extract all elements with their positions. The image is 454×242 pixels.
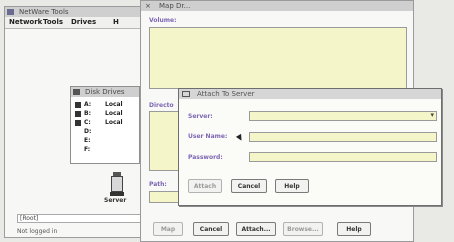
root-field: [Root] [17,214,143,223]
disk-drives-window: Disk Drives A: Local B: Local C: Local D… [70,86,140,164]
username-label: User Name: [188,133,228,140]
volume-label: Volume: [149,17,177,24]
list-item[interactable]: C: Local [75,119,137,128]
list-item[interactable]: F: [75,146,137,155]
menu-drives[interactable]: Drives [71,17,96,28]
attach-confirm-button[interactable]: Attach [188,179,222,193]
directory-label: Directo [149,102,174,109]
map-drive-title: Map Dr... [159,2,191,10]
drive-icon [75,120,81,126]
cancel-button[interactable]: Cancel [193,222,229,236]
server-select[interactable]: ▾ [249,111,437,121]
window-menu-icon[interactable] [73,89,80,95]
attach-to-server-dialog: Attach To Server Server: ▾ User Name: Pa… [178,88,442,206]
menu-help[interactable]: H [113,17,119,28]
list-item[interactable]: D: [75,128,137,137]
drive-list: A: Local B: Local C: Local D: E: F: [75,101,137,155]
attach-cancel-button[interactable]: Cancel [231,179,267,193]
status-bar: Not logged in [17,228,58,235]
list-item[interactable]: B: Local [75,110,137,119]
browse-button[interactable]: Browse... [283,222,323,236]
server-icon[interactable] [110,172,124,196]
attach-titlebar: Attach To Server [179,89,441,99]
chevron-down-icon[interactable]: ▾ [430,111,434,119]
volume-field[interactable] [149,27,407,89]
password-label: Password: [188,154,223,161]
map-drive-titlebar: × Map Dr... [141,1,413,11]
attach-help-button[interactable]: Help [275,179,309,193]
attach-title: Attach To Server [197,90,255,98]
menu-network[interactable]: Network [9,17,42,28]
window-menu-icon[interactable] [182,91,190,97]
menu-tools[interactable]: Tools [43,17,63,28]
netware-tools-titlebar: NetWare Tools [5,7,153,17]
help-button[interactable]: Help [337,222,371,236]
drive-icon [75,111,81,117]
netware-tools-title: NetWare Tools [19,8,69,16]
server-icon-label: Server [104,197,127,204]
mouse-cursor-icon [235,133,245,143]
disk-drives-titlebar: Disk Drives [71,87,139,97]
disk-drives-title: Disk Drives [85,88,125,96]
password-field[interactable] [249,152,437,162]
close-icon[interactable]: × [145,1,151,11]
drive-icon [75,102,81,108]
list-item[interactable]: A: Local [75,101,137,110]
attach-button[interactable]: Attach... [236,222,276,236]
username-field[interactable] [249,132,437,142]
map-button[interactable]: Map [153,222,183,236]
server-label: Server: [188,113,213,120]
menu-bar: Network Tools Drives H [5,17,153,29]
list-item[interactable]: E: [75,137,137,146]
directory-field[interactable] [149,111,179,171]
path-label: Path: [149,181,167,188]
app-icon [7,9,14,15]
